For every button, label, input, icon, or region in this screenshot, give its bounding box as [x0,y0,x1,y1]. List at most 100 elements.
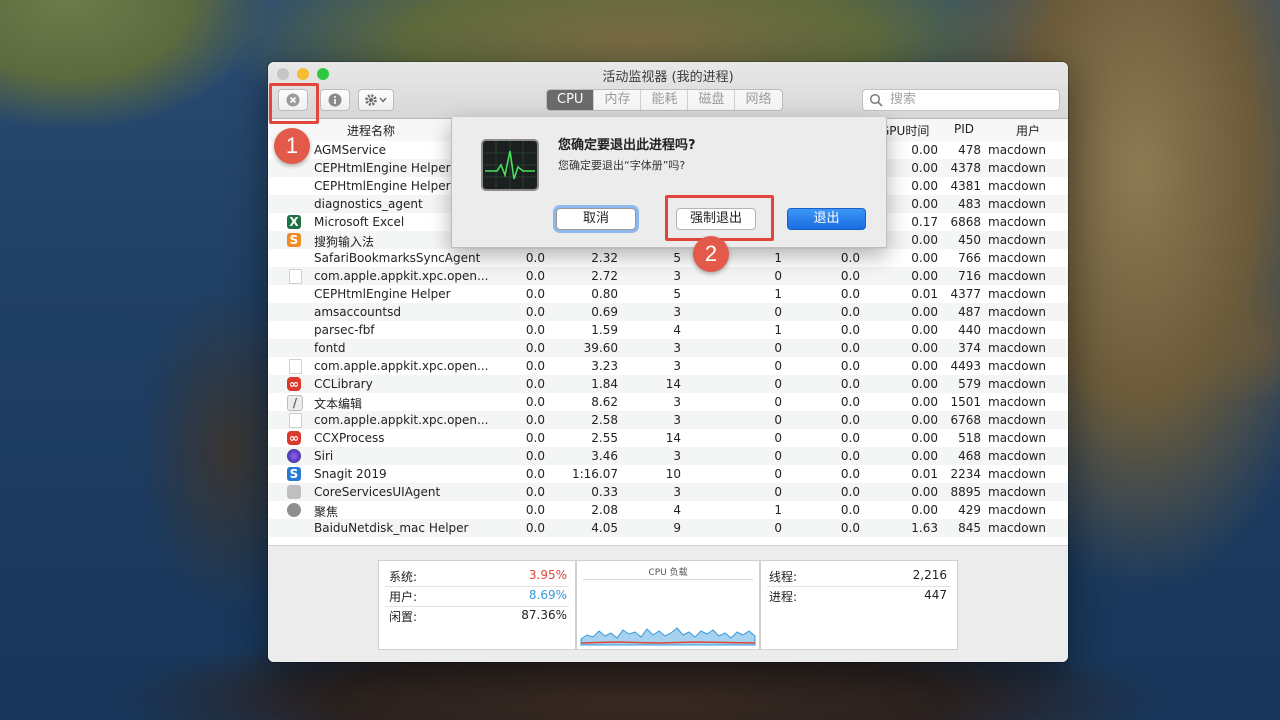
cancel-button[interactable]: 取消 [556,208,636,230]
document-icon [289,269,302,284]
activity-monitor-icon [481,139,539,191]
cell-threads: 3 [673,341,681,355]
cell-gpu: 0.01 [911,467,938,481]
cell-gpu: 0.17 [911,215,938,229]
cell-wake: 0 [774,449,782,463]
cell-pid: 766 [958,251,981,265]
cell-name: Siri [314,449,334,463]
sogou-icon: S [287,233,301,247]
cell-cpu: 0.0 [525,323,545,337]
cell-pct: 0.0 [840,485,860,499]
document-icon [289,359,302,374]
cell-pid: 4378 [950,161,981,175]
cell-threads: 3 [673,305,681,319]
cell-wake: 0 [774,485,782,499]
cell-cpu: 0.0 [525,413,545,427]
tab-cpu[interactable]: CPU [547,90,594,110]
tab-network[interactable]: 网络 [734,90,781,110]
cell-pct: 0.0 [840,377,860,391]
cell-name: Microsoft Excel [314,215,405,229]
cell-cpu: 0.0 [525,395,545,409]
cell-pid: 4493 [950,359,981,373]
cell-pid: 440 [958,323,981,337]
column-header-pid[interactable]: PID [954,122,974,136]
cell-wake: 1 [774,287,782,301]
cell-name: CEPHtmlEngine Helper [314,161,451,175]
cell-user: macdown [988,521,1047,535]
search-field[interactable]: 搜索 [862,89,1060,111]
cell-name: CCLibrary [314,377,373,391]
inspect-process-button[interactable] [320,89,350,111]
cell-name: BaiduNetdisk_mac Helper [314,521,469,535]
table-row[interactable]: ∞ CCLibrary 0.0 1.84 14 0 0.0 0.00 579 macdown [268,375,1068,393]
cell-pid: 374 [958,341,981,355]
cell-pid: 845 [958,521,981,535]
table-row[interactable]: CEPHtmlEngine Helper 0.0 0.80 5 1 0.0 0.01 4377… [268,285,1068,303]
column-header-user[interactable]: 用户 [1016,122,1040,139]
cell-threads: 5 [673,287,681,301]
cell-wake: 1 [774,503,782,517]
cell-pct: 0.0 [840,341,860,355]
table-row[interactable]: / 文本编辑 0.0 8.62 3 0 0.0 0.00 1501 macdown [268,393,1068,411]
cell-time: 2.55 [591,431,618,445]
cell-cpu: 0.0 [525,449,545,463]
cell-user: macdown [988,197,1047,211]
cell-wake: 0 [774,395,782,409]
cell-gpu: 0.00 [911,395,938,409]
cell-gpu: 0.01 [911,287,938,301]
tab-energy[interactable]: 能耗 [640,90,687,110]
tab-disk[interactable]: 磁盘 [687,90,734,110]
table-row[interactable]: parsec-fbf 0.0 1.59 4 1 0.0 0.00 440 macdown [268,321,1068,339]
cell-gpu: 0.00 [911,377,938,391]
cell-threads: 10 [665,467,681,481]
cell-user: macdown [988,395,1047,409]
cell-time: 1.84 [591,377,618,391]
cell-time: 0.80 [591,287,618,301]
textedit-icon: / [287,395,303,411]
table-row[interactable]: 聚焦 0.0 2.08 4 1 0.0 0.00 429 macdown [268,501,1068,519]
cell-threads: 3 [673,485,681,499]
cell-time: 3.46 [591,449,618,463]
cell-wake: 1 [774,323,782,337]
cell-time: 2.08 [591,503,618,517]
user-value: 8.69% [528,588,567,602]
table-row[interactable]: fontd 0.0 39.60 3 0 0.0 0.00 374 macdown [268,339,1068,357]
cell-pct: 0.0 [840,305,860,319]
cell-pid: 4381 [950,179,981,193]
cell-pid: 6768 [950,413,981,427]
tab-memory[interactable]: 内存 [593,90,640,110]
cell-user: macdown [988,359,1047,373]
cell-pid: 6868 [950,215,981,229]
cell-pct: 0.0 [840,503,860,517]
column-header-gpu-time[interactable]: GPU时间 [880,122,929,139]
cell-user: macdown [988,269,1047,283]
table-row[interactable]: com.apple.appkit.xpc.open... 0.0 2.58 3 0 0.0… [268,411,1068,429]
table-row[interactable]: BaiduNetdisk_mac Helper 0.0 4.05 9 0 0.0 1.63 8… [268,519,1068,537]
table-row[interactable]: com.apple.appkit.xpc.open... 0.0 3.23 3 0 0.0… [268,357,1068,375]
table-row[interactable]: com.apple.appkit.xpc.open... 0.0 2.72 3 0 0.0… [268,267,1068,285]
table-row[interactable]: SafariBookmarksSyncAgent 0.0 2.32 5 1 0.0 0.00… [268,249,1068,267]
cell-gpu: 0.00 [911,143,938,157]
spotlight-icon [287,503,301,517]
cell-gpu: 0.00 [911,161,938,175]
cell-user: macdown [988,179,1047,193]
table-row[interactable]: CoreServicesUIAgent 0.0 0.33 3 0 0.0 0.00 8895 m… [268,483,1068,501]
cpu-summary-panel: 系统: 3.95% 用户: 8.69% 闲置: 87.36% CPU 负载 线程… [268,545,1068,662]
table-row[interactable]: Siri 0.0 3.46 3 0 0.0 0.00 468 macdown [268,447,1068,465]
table-row[interactable]: S Snagit 2019 0.0 1:16.07 10 0 0.0 0.01 2234 macd… [268,465,1068,483]
cell-cpu: 0.0 [525,269,545,283]
cell-pct: 0.0 [840,287,860,301]
cell-cpu: 0.0 [525,359,545,373]
cell-user: macdown [988,305,1047,319]
quit-button[interactable]: 退出 [787,208,866,230]
action-menu-button[interactable] [358,89,394,111]
siri-icon [287,449,301,463]
cell-gpu: 0.00 [911,431,938,445]
cpu-load-graph: CPU 负载 [576,560,760,650]
cpu-load-sparkline [580,627,756,646]
column-header-process-name[interactable]: 进程名称 [347,122,395,139]
system-label: 系统: [389,570,418,584]
table-row[interactable]: ∞ CCXProcess 0.0 2.55 14 0 0.0 0.00 518 macdown [268,429,1068,447]
table-row[interactable]: amsaccountsd 0.0 0.69 3 0 0.0 0.00 487 macdown [268,303,1068,321]
threads-value: 2,216 [912,568,947,582]
